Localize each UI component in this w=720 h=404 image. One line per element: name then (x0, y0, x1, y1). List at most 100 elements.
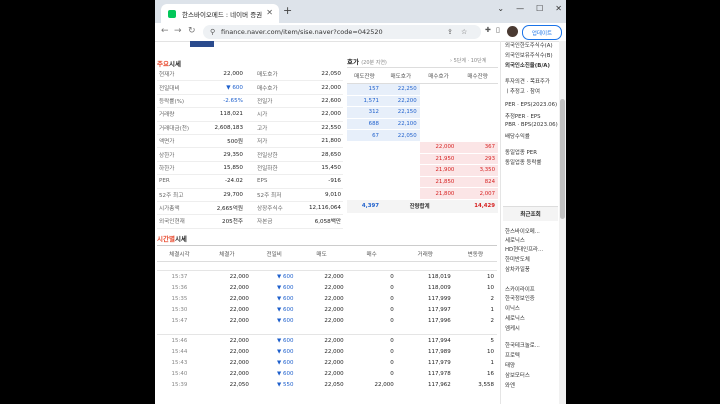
timeline-cell: 22,000 (229, 360, 249, 367)
timeline-separator (157, 326, 497, 336)
rightcol-item[interactable]: 투자의견 · 목표주가 (505, 77, 550, 85)
summary-row: 시가총액 2,665억원 상장주식수 12,116,064 (157, 201, 343, 216)
timeline-cell: 117,989 (428, 349, 451, 356)
rightcol-item[interactable]: 한국테크놀로... (505, 341, 540, 349)
url-input[interactable]: ⚲ finance.naver.com/item/sise.naver?code… (203, 25, 481, 39)
new-tab-icon[interactable]: + (283, 4, 292, 17)
ask-price: 22,100 (381, 118, 420, 131)
rightcol-item[interactable]: 배당수익률 (505, 132, 530, 140)
rightcol-item[interactable]: PBR · BPS(2023.06) (505, 122, 558, 128)
tab-close-icon[interactable]: ✕ (266, 8, 273, 17)
browser-tab[interactable]: 한스바이오메드 : 네이버 증권 ✕ (161, 4, 279, 23)
timeline-header: 매수 (346, 245, 397, 262)
summary-label: 거래량 (157, 107, 199, 122)
rightcol-item[interactable]: 삼차카일풍 (505, 265, 530, 273)
recent-title: 최근조회 (503, 206, 558, 221)
rightcol-item[interactable]: 한스바이오메... (505, 227, 540, 235)
rightcol-item[interactable]: 세로닉스 (505, 314, 525, 322)
timeline-cell: 0 (390, 349, 394, 356)
update-button[interactable]: 업데이트 (522, 25, 562, 40)
timeline-cell: 22,000 (229, 273, 249, 280)
timeline-cell: 22,050 (229, 382, 249, 389)
rightcol-item[interactable]: HD현대인프라... (505, 245, 543, 253)
profile-avatar[interactable] (507, 26, 518, 37)
timeline-cell: 0 (390, 295, 394, 302)
rightcol-item: 외국인한도주식수(A) (505, 43, 553, 49)
timeline-cell: 15:44 (171, 349, 188, 356)
empty-cell (419, 118, 458, 131)
ask-volume: 157 (347, 83, 382, 96)
rightcol-item[interactable]: 프로텍 (505, 351, 520, 359)
empty-cell (347, 164, 382, 177)
scrollbar-thumb[interactable] (560, 99, 565, 219)
top-tab-strip (190, 41, 214, 47)
rightcol-item[interactable]: 동일업종 등락률 (505, 158, 541, 166)
share-icon[interactable]: ⇪ (447, 28, 453, 36)
back-icon[interactable]: ← (161, 26, 169, 36)
minimize-icon[interactable]: — (516, 4, 524, 13)
timeline-header: 체결시각 (157, 245, 202, 262)
rightcol-item[interactable]: 삼보모터스 (505, 371, 530, 379)
rightcol-item[interactable]: 스카이라이프 (505, 285, 535, 293)
timeline-cell: ▼ 600 (277, 360, 294, 367)
timeline-cell: 16 (487, 371, 494, 378)
timeline-cell: 0 (390, 360, 394, 367)
rightcol-item[interactable]: 세로닉스 (505, 236, 525, 244)
empty-cell (381, 153, 420, 166)
bookmark-star-icon[interactable]: ☆ (461, 28, 467, 36)
rightcol-item[interactable]: 추정PER · EPS (505, 112, 541, 120)
timeline-cell: 22,000 (324, 284, 344, 291)
summary-label: 52주 최고 (157, 188, 199, 202)
timeline-cell: 117,997 (428, 306, 451, 313)
hoga-bid-row: 21,850 824 (347, 176, 498, 189)
summary-label: 저가 (255, 134, 297, 149)
timeline-row: 15:44 22,000 ▼ 600 22,000 0 117,989 10 (157, 347, 497, 358)
rightcol-item[interactable]: 엠케시 (505, 324, 520, 332)
hoga-header: 매수잔량 (457, 67, 498, 84)
hoga-header: 매수호가 (419, 67, 458, 84)
summary-value: 205천주 (199, 214, 245, 229)
summary-value: 2,608,183 (199, 121, 245, 135)
rightcol-item[interactable]: 태양 (505, 361, 515, 369)
reload-icon[interactable]: ↻ (188, 26, 196, 36)
timeline-cell: 15:40 (171, 371, 188, 378)
forward-icon[interactable]: → (174, 26, 182, 36)
timeline-cell: 22,000 (324, 338, 344, 345)
rightcol-item: 외국인소진율(B/A) (505, 63, 550, 69)
timeline-cell: 22,000 (324, 295, 344, 302)
scrollbar[interactable] (559, 41, 566, 404)
summary-label: 52주 최저 (255, 188, 297, 202)
hoga-ask-row: 157 22,250 (347, 83, 498, 96)
bid-volume: 293 (457, 153, 498, 166)
rightcol-item[interactable]: 이닉스 (505, 304, 520, 312)
timeline-cell: 15:47 (171, 317, 188, 324)
timeline-cell: 10 (487, 284, 494, 291)
rightcol-item[interactable]: 한미반도체 (505, 255, 530, 263)
hoga-header: 매도호가 (381, 67, 420, 84)
timeline-cell: 2 (490, 317, 495, 324)
timeline-cell: 0 (390, 273, 394, 280)
chevron-down-icon[interactable]: ⌄ (497, 4, 504, 13)
extensions-icon[interactable]: ✚ (485, 26, 491, 34)
timeline-cell: 22,000 (229, 284, 249, 291)
empty-cell (419, 95, 458, 108)
rightcol-item[interactable]: ㅣ추정고 · 참여 (505, 87, 540, 95)
maximize-icon[interactable]: ☐ (536, 4, 543, 13)
empty-cell (347, 176, 382, 189)
sidebar-icon[interactable]: ▯ (496, 26, 500, 34)
site-info-icon[interactable]: ⚲ (210, 28, 215, 36)
timeline-cell: 22,000 (229, 317, 249, 324)
hoga-level-link[interactable]: › 5단계 · 10단계 (450, 57, 486, 64)
empty-cell (457, 95, 498, 108)
rightcol-item[interactable]: 한국정보인증 (505, 294, 535, 302)
rightcol-item[interactable]: 와엔 (505, 381, 515, 389)
tab-title: 한스바이오메드 : 네이버 증권 (182, 10, 263, 19)
rightcol-item[interactable]: PER · EPS(2023.06) (505, 102, 557, 108)
timeline-row: 15:30 22,000 ▼ 600 22,000 0 117,997 1 (157, 304, 497, 315)
timeline-header: 변동량 (453, 245, 497, 262)
timeline-cell: 5 (490, 338, 495, 345)
summary-value: 2,665억원 (199, 201, 245, 216)
empty-cell (457, 83, 498, 96)
close-icon[interactable]: ✕ (555, 4, 562, 13)
rightcol-item[interactable]: 동일업종 PER (505, 148, 537, 156)
